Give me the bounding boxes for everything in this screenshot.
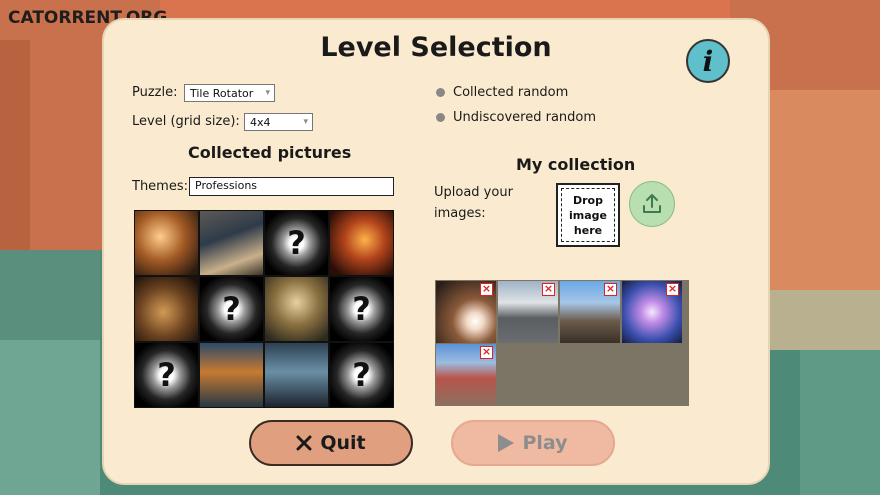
puzzle-label: Puzzle: — [132, 85, 178, 100]
level-selection-panel: Level Selection i Puzzle: Tile Rotator ▾… — [102, 18, 770, 485]
collection-thumb[interactable]: × — [436, 281, 496, 343]
background-block — [0, 250, 100, 340]
radio-dot-icon — [436, 88, 445, 97]
question-mark-icon: ? — [352, 356, 371, 394]
question-mark-icon: ? — [352, 290, 371, 328]
background-block — [0, 340, 100, 495]
mode-label: Undiscovered random — [453, 110, 597, 125]
mode-label: Collected random — [453, 85, 569, 100]
image-drop-zone[interactable]: Drop image here — [556, 183, 620, 247]
quit-button[interactable]: Quit — [249, 420, 413, 466]
background-block — [0, 40, 30, 250]
undiscovered-tile: ? — [135, 343, 198, 407]
remove-icon[interactable]: × — [604, 283, 617, 296]
collected-pictures-grid: ? ? ? ? ? — [134, 210, 394, 408]
collection-thumb[interactable]: × — [622, 281, 682, 343]
my-collection-title: My collection — [516, 155, 636, 174]
question-mark-icon: ? — [287, 224, 306, 262]
radio-dot-icon — [436, 113, 445, 122]
collected-pictures-title: Collected pictures — [188, 143, 352, 162]
chevron-down-icon: ▾ — [303, 117, 308, 127]
puzzle-select-value: Tile Rotator — [190, 86, 254, 100]
picture-tile[interactable] — [265, 343, 328, 407]
puzzle-select[interactable]: Tile Rotator ▾ — [184, 84, 275, 102]
level-label: Level (grid size): — [132, 114, 240, 129]
close-icon — [296, 435, 312, 451]
collection-thumb[interactable]: × — [436, 344, 496, 406]
mode-undiscovered-random[interactable]: Undiscovered random — [436, 110, 596, 125]
background-block — [760, 90, 880, 290]
question-mark-icon: ? — [222, 290, 241, 328]
picture-tile[interactable] — [200, 211, 263, 275]
undiscovered-tile: ? — [330, 343, 393, 407]
play-icon — [498, 434, 515, 452]
level-select[interactable]: 4x4 ▾ — [244, 113, 313, 131]
mode-collected-random[interactable]: Collected random — [436, 85, 568, 100]
remove-icon[interactable]: × — [480, 346, 493, 359]
upload-button[interactable] — [629, 181, 675, 227]
play-button[interactable]: Play — [451, 420, 615, 466]
upload-label: Upload your images: — [434, 182, 513, 224]
picture-tile[interactable] — [200, 343, 263, 407]
themes-input[interactable]: Professions — [189, 177, 394, 196]
picture-tile[interactable] — [135, 277, 198, 341]
drop-zone-inner: Drop image here — [561, 188, 615, 242]
remove-icon[interactable]: × — [666, 283, 679, 296]
info-button[interactable]: i — [686, 39, 730, 83]
drop-text: Drop — [573, 193, 603, 207]
question-mark-icon: ? — [157, 356, 176, 394]
drop-text: image — [569, 208, 607, 222]
remove-icon[interactable]: × — [480, 283, 493, 296]
background-block — [800, 350, 880, 495]
play-label: Play — [522, 432, 568, 454]
themes-label: Themes: — [132, 179, 188, 194]
undiscovered-tile: ? — [200, 277, 263, 341]
picture-tile[interactable] — [330, 211, 393, 275]
quit-label: Quit — [320, 432, 366, 454]
info-icon: i — [702, 44, 714, 78]
collection-thumb[interactable]: × — [498, 281, 558, 343]
chevron-down-icon: ▾ — [265, 88, 270, 98]
background-block — [760, 290, 880, 350]
undiscovered-tile: ? — [330, 277, 393, 341]
page-title: Level Selection — [320, 32, 552, 63]
upload-label-line: Upload your — [434, 185, 513, 200]
level-select-value: 4x4 — [250, 115, 271, 129]
remove-icon[interactable]: × — [542, 283, 555, 296]
collection-thumb[interactable]: × — [560, 281, 620, 343]
upload-label-line: images: — [434, 206, 486, 221]
upload-icon — [643, 194, 661, 213]
my-collection-grid: × × × × × — [435, 280, 689, 406]
drop-text: here — [573, 223, 603, 237]
picture-tile[interactable] — [265, 277, 328, 341]
picture-tile[interactable] — [135, 211, 198, 275]
undiscovered-tile: ? — [265, 211, 328, 275]
